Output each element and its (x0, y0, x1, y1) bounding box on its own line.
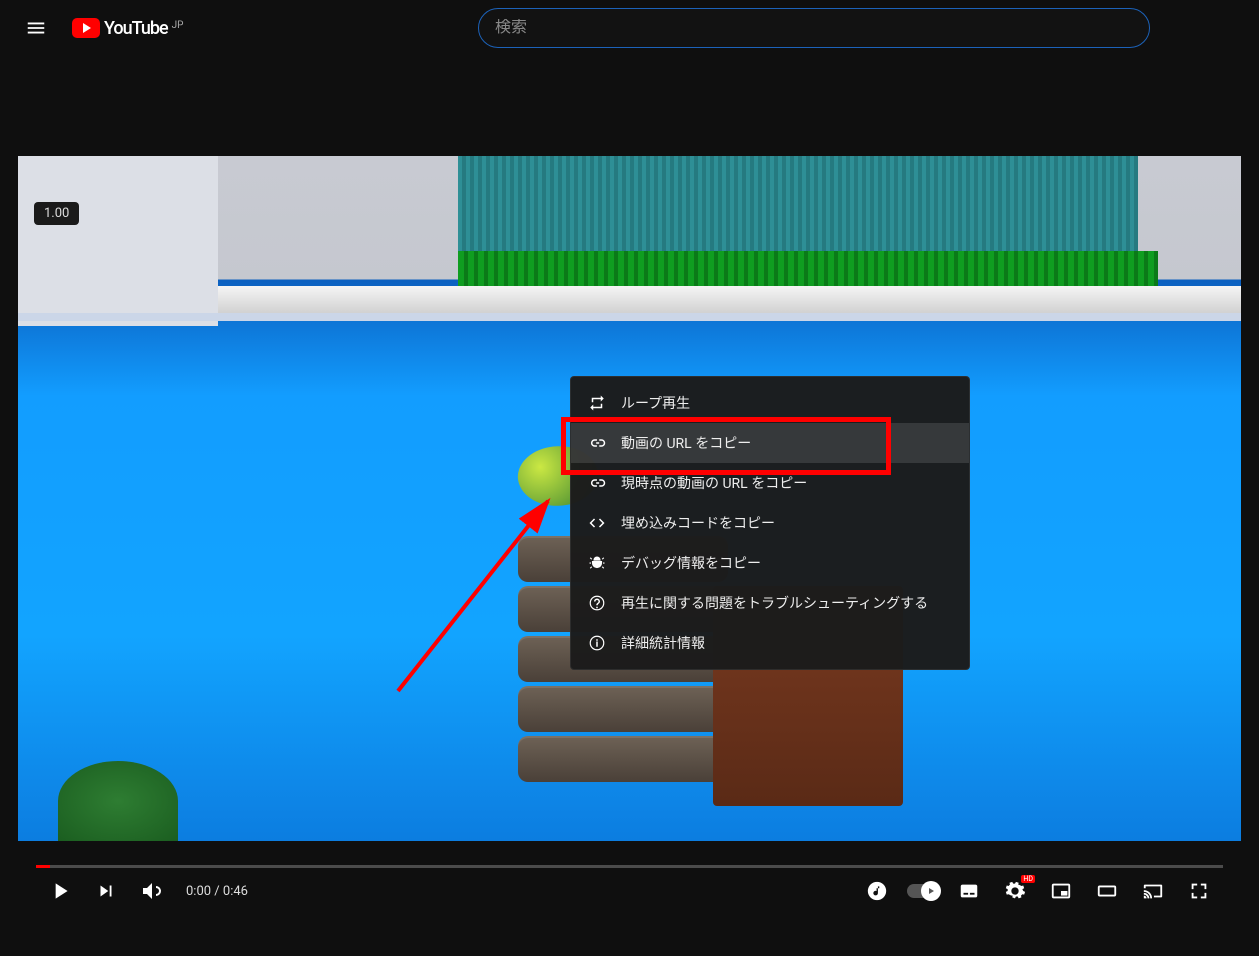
menu-copy-url[interactable]: 動画の URL をコピー (571, 423, 969, 463)
music-button[interactable] (859, 873, 895, 909)
speed-badge: 1.00 (34, 202, 79, 225)
youtube-play-icon (72, 18, 100, 38)
fullscreen-icon (1188, 880, 1210, 902)
cast-button[interactable] (1135, 873, 1171, 909)
menu-label: 再生に関する問題をトラブルシューティングする (621, 593, 928, 613)
youtube-logo[interactable]: YouTube JP (72, 18, 183, 39)
autoplay-toggle[interactable] (905, 873, 941, 909)
menu-label: 詳細統計情報 (621, 633, 705, 653)
volume-button[interactable] (134, 873, 170, 909)
progress-bar[interactable] (36, 865, 1223, 868)
menu-label: 動画の URL をコピー (621, 433, 751, 453)
subtitles-icon (958, 880, 980, 902)
bug-icon (587, 553, 607, 573)
time-current: 0:00 (186, 884, 211, 899)
volume-icon (140, 879, 164, 903)
play-icon (47, 878, 73, 904)
time-display: 0:00 / 0:46 (186, 884, 248, 899)
time-duration: 0:46 (223, 884, 248, 899)
music-note-icon (866, 880, 888, 902)
toggle-icon (907, 884, 939, 898)
menu-stats[interactable]: 詳細統計情報 (571, 623, 969, 663)
header: YouTube JP (0, 0, 1259, 56)
menu-label: 現時点の動画の URL をコピー (621, 473, 807, 493)
cast-icon (1142, 880, 1164, 902)
loop-icon (587, 393, 607, 413)
search-box[interactable] (478, 8, 1150, 48)
youtube-brand-text: YouTube (104, 18, 168, 39)
gear-icon (1004, 880, 1026, 902)
link-icon (587, 433, 607, 453)
subtitles-button[interactable] (951, 873, 987, 909)
menu-label: デバッグ情報をコピー (621, 553, 761, 573)
theater-icon (1096, 880, 1118, 902)
context-menu: ループ再生 動画の URL をコピー 現時点の動画の URL をコピー 埋め込み… (570, 376, 970, 670)
menu-button[interactable] (16, 8, 56, 48)
menu-troubleshoot[interactable]: 再生に関する問題をトラブルシューティングする (571, 583, 969, 623)
player-controls: 0:00 / 0:46 (36, 841, 1223, 914)
play-button[interactable] (42, 873, 78, 909)
fullscreen-button[interactable] (1181, 873, 1217, 909)
embed-icon (587, 513, 607, 533)
menu-label: 埋め込みコードをコピー (621, 513, 775, 533)
theater-button[interactable] (1089, 873, 1125, 909)
search-container (478, 8, 1150, 48)
settings-button[interactable] (997, 873, 1033, 909)
next-button[interactable] (88, 873, 124, 909)
menu-copy-embed[interactable]: 埋め込みコードをコピー (571, 503, 969, 543)
menu-copy-debug[interactable]: デバッグ情報をコピー (571, 543, 969, 583)
miniplayer-icon (1050, 880, 1072, 902)
info-icon (587, 633, 607, 653)
region-label: JP (172, 20, 184, 31)
menu-loop[interactable]: ループ再生 (571, 383, 969, 423)
next-icon (95, 880, 117, 902)
hamburger-icon (25, 17, 47, 39)
video-area: 1.00 ループ再生 動画の URL をコピー 現時 (18, 156, 1241, 914)
search-input[interactable] (495, 19, 1133, 37)
video-player[interactable]: ループ再生 動画の URL をコピー 現時点の動画の URL をコピー 埋め込み… (18, 156, 1241, 841)
menu-copy-url-time[interactable]: 現時点の動画の URL をコピー (571, 463, 969, 503)
help-icon (587, 593, 607, 613)
menu-label: ループ再生 (621, 393, 690, 413)
miniplayer-button[interactable] (1043, 873, 1079, 909)
link-icon (587, 473, 607, 493)
